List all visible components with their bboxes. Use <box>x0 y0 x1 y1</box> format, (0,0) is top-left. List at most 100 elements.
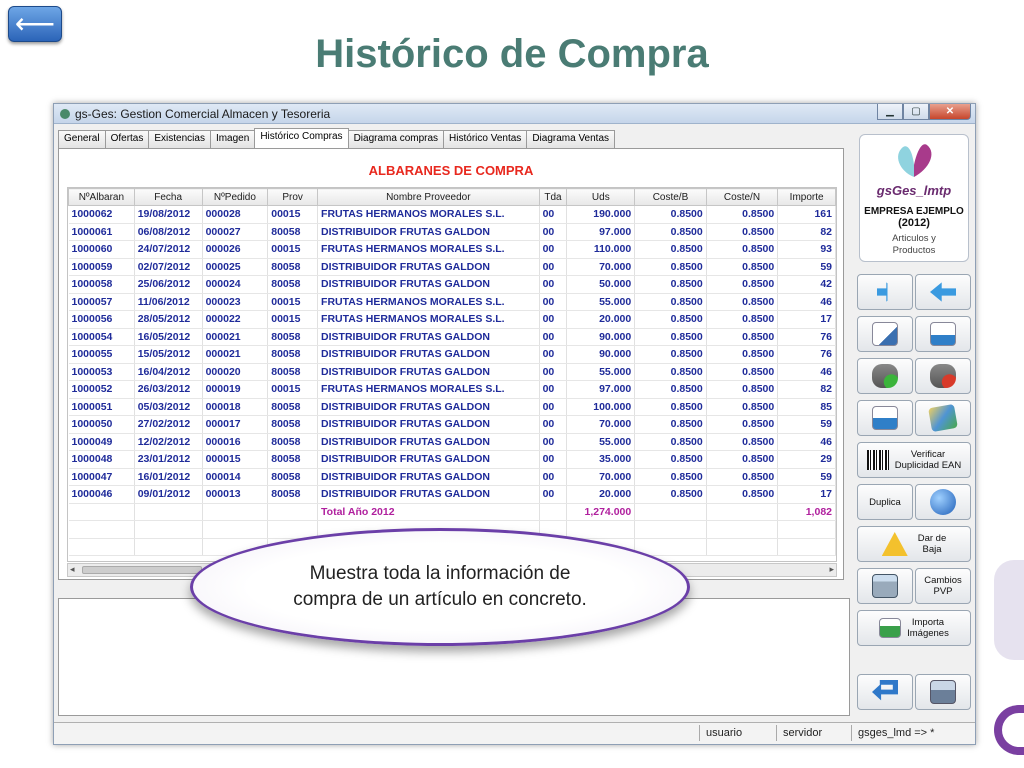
table-row[interactable]: 1000046 09/01/2012 000013 80058 DISTRIBUIDOR… <box>68 485 836 504</box>
table-cell: 70.000 <box>566 258 636 276</box>
table-cell: 0.8500 <box>634 380 707 399</box>
table-cell: 1000047 <box>68 468 135 486</box>
tab-diagrama-compras[interactable]: Diagrama compras <box>347 130 445 148</box>
minimize-button[interactable]: ▁ <box>877 104 903 120</box>
tab-imagen[interactable]: Imagen <box>209 130 256 148</box>
table-row[interactable]: 1000050 27/02/2012 000017 80058 DISTRIBUIDOR… <box>68 415 836 434</box>
column-header[interactable]: Nombre Proveedor <box>317 188 540 206</box>
table-cell: 16/04/2012 <box>134 363 203 381</box>
table-row[interactable]: 1000047 16/01/2012 000014 80058 DISTRIBUIDOR… <box>68 468 836 486</box>
table-cell: FRUTAS HERMANOS MORALES S.L. <box>317 310 540 329</box>
calculator-button[interactable] <box>857 568 913 604</box>
table-cell: 0.8500 <box>634 223 707 241</box>
table-cell: 1000060 <box>68 240 135 259</box>
verificar-duplicidad-ean-button[interactable]: Verificar Duplicidad EAN <box>857 442 971 478</box>
table-row[interactable]: 1000048 23/01/2012 000015 80058 DISTRIBUIDOR… <box>68 450 836 469</box>
return-arrow-icon <box>872 680 898 701</box>
table-cell: 00 <box>539 310 568 329</box>
table-cell: 00 <box>539 398 568 416</box>
table-cell: 24/07/2012 <box>134 240 203 259</box>
table-row[interactable]: 1000061 06/08/2012 000027 80058 DISTRIBUIDOR… <box>68 223 836 241</box>
column-header[interactable]: Prov <box>267 188 319 206</box>
next-record-button[interactable] <box>857 274 913 310</box>
table-cell: 0.8500 <box>706 223 779 241</box>
column-header[interactable]: Coste/B <box>634 188 707 206</box>
duplica-button[interactable]: Duplica <box>857 484 913 520</box>
status-database: gsges_lmd => * <box>858 727 935 739</box>
table-row[interactable]: 1000054 16/05/2012 000021 80058 DISTRIBUIDOR… <box>68 328 836 346</box>
table-cell: 000018 <box>202 398 269 416</box>
table-cell: 000021 <box>202 345 269 364</box>
print-button[interactable] <box>915 674 971 710</box>
table-row[interactable]: 1000052 26/03/2012 000019 00015 FRUTAS HERMA… <box>68 380 836 399</box>
column-header[interactable]: Coste/N <box>705 188 779 206</box>
table-cell: 17 <box>777 485 836 504</box>
table-cell: DISTRIBUIDOR FRUTAS GALDON <box>317 398 540 416</box>
scrollbar-thumb[interactable] <box>82 566 202 574</box>
table-row[interactable]: 1000051 05/03/2012 000018 80058 DISTRIBUIDOR… <box>68 398 836 416</box>
module-name: Articulos y Productos <box>892 233 936 256</box>
table-row[interactable]: 1000062 19/08/2012 000028 00015 FRUTAS HERMA… <box>68 205 836 224</box>
column-header[interactable]: Tda <box>538 188 568 206</box>
export-button[interactable] <box>857 400 913 436</box>
tab-diagrama-ventas[interactable]: Diagrama Ventas <box>526 130 616 148</box>
table-row[interactable]: 1000060 24/07/2012 000026 00015 FRUTAS HERMA… <box>68 240 836 259</box>
table-cell: 20.000 <box>566 310 636 329</box>
web-button[interactable] <box>915 484 971 520</box>
scroll-left-icon[interactable]: ◂ <box>70 564 75 575</box>
table-cell: 35.000 <box>566 450 636 469</box>
importa-imagenes-button[interactable]: Importa Imágenes <box>857 610 971 646</box>
table-row[interactable]: 1000058 25/06/2012 000024 80058 DISTRIBUIDOR… <box>68 275 836 294</box>
table-cell: 000025 <box>202 258 269 276</box>
column-header[interactable]: Importe <box>777 188 836 206</box>
edit-document-button[interactable] <box>857 316 913 352</box>
table-cell: 15/05/2012 <box>134 345 203 364</box>
column-header[interactable]: Uds <box>566 188 636 206</box>
table-row[interactable]: 1000055 15/05/2012 000021 80058 DISTRIBUIDOR… <box>68 345 836 364</box>
column-header[interactable]: Fecha <box>133 188 203 206</box>
tab-bar: General Ofertas Existencias Imagen Histó… <box>58 128 616 148</box>
butterfly-logo-icon <box>889 141 939 181</box>
image-gallery-button[interactable] <box>915 400 971 436</box>
tab-historico-compras[interactable]: Histórico Compras <box>254 128 349 148</box>
tab-ofertas[interactable]: Ofertas <box>104 130 150 148</box>
cambios-pvp-button[interactable]: Cambios PVP <box>915 568 971 604</box>
tab-existencias[interactable]: Existencias <box>148 130 211 148</box>
table-row[interactable]: 1000057 11/06/2012 000023 00015 FRUTAS HERMA… <box>68 293 836 311</box>
table-cell: 0.8500 <box>634 485 707 504</box>
image-import-icon <box>879 618 902 638</box>
close-button[interactable]: ✕ <box>929 104 971 120</box>
table-cell: 82 <box>777 223 836 241</box>
tab-general[interactable]: General <box>58 130 106 148</box>
table-cell: DISTRIBUIDOR FRUTAS GALDON <box>317 415 540 434</box>
add-record-button[interactable] <box>857 358 913 394</box>
table-cell: 0.8500 <box>634 433 707 451</box>
table-cell: 0.8500 <box>634 258 707 276</box>
table-cell: 0.8500 <box>634 363 707 381</box>
table-row[interactable]: 1000059 02/07/2012 000025 80058 DISTRIBUIDOR… <box>68 258 836 276</box>
status-bar: usuario servidor gsges_lmd => * <box>54 722 975 744</box>
dar-de-baja-button[interactable]: Dar de Baja <box>857 526 971 562</box>
delete-record-button[interactable] <box>915 358 971 394</box>
scroll-right-icon[interactable]: ▸ <box>829 564 834 575</box>
column-header[interactable]: NºAlbaran <box>68 188 135 206</box>
table-cell: 29 <box>777 450 836 469</box>
tab-historico-ventas[interactable]: Histórico Ventas <box>443 130 528 148</box>
return-button[interactable] <box>857 674 913 710</box>
table-cell: 46 <box>777 293 836 311</box>
table-row[interactable]: 1000049 12/02/2012 000016 80058 DISTRIBUIDOR… <box>68 433 836 451</box>
table-cell: 000026 <box>202 240 269 259</box>
refresh-document-button[interactable] <box>915 316 971 352</box>
table-cell: 80058 <box>267 433 319 451</box>
table-row[interactable]: 1000056 28/05/2012 000022 00015 FRUTAS HERMA… <box>68 310 836 329</box>
column-header[interactable]: NºPedido <box>201 188 269 206</box>
table-cell: 000016 <box>202 433 269 451</box>
table-cell: 000014 <box>202 468 269 486</box>
table-cell: 97.000 <box>566 380 636 399</box>
table-row[interactable]: 1000053 16/04/2012 000020 80058 DISTRIBUIDOR… <box>68 363 836 381</box>
table-cell: DISTRIBUIDOR FRUTAS GALDON <box>317 450 540 469</box>
maximize-button[interactable]: ▢ <box>903 104 929 120</box>
previous-record-button[interactable] <box>915 274 971 310</box>
callout-line-2: compra de un artículo en concreto. <box>293 589 587 610</box>
table-cell: 26/03/2012 <box>134 380 203 399</box>
